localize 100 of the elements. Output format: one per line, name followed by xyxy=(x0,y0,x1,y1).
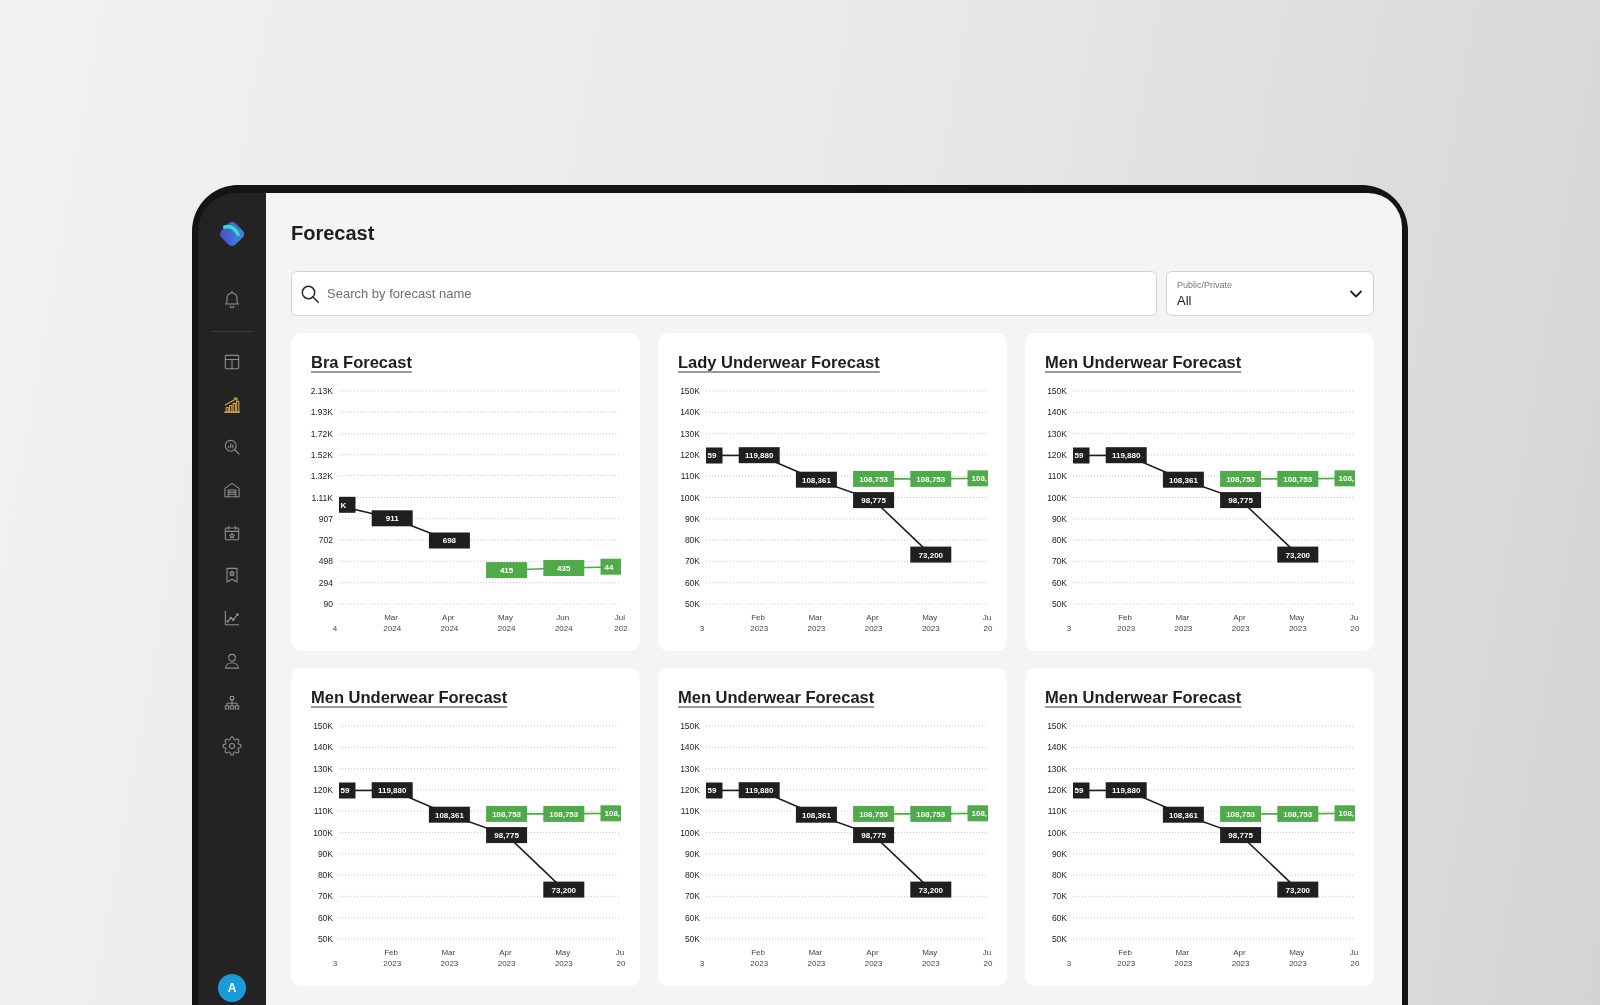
value-label: 108,753 xyxy=(1277,470,1319,487)
y-axis-label: 90K xyxy=(684,848,700,859)
visibility-dropdown[interactable]: Public/Private All xyxy=(1166,271,1374,316)
y-axis-label: 70K xyxy=(684,556,700,567)
selected-value: All xyxy=(1177,292,1192,308)
search-field[interactable]: Search by forecast name xyxy=(291,271,1157,316)
value-label: 108, xyxy=(967,470,988,487)
y-axis-label: 150K xyxy=(313,721,333,731)
x-axis-label: Apr 2023 xyxy=(497,948,516,968)
y-axis-label: 140K xyxy=(680,742,700,753)
value-label: 698 xyxy=(428,532,470,549)
y-axis-label: 100K xyxy=(1047,492,1067,503)
value-label: 108,753 xyxy=(543,805,585,822)
y-axis-label: 907 xyxy=(318,513,333,524)
y-axis-label: 50K xyxy=(684,934,700,944)
value-label: 119,880 xyxy=(1105,782,1147,799)
value-label: 108, xyxy=(600,805,621,822)
x-axis-label: 3 xyxy=(1066,624,1072,633)
y-axis-label: 120K xyxy=(680,449,700,460)
value-label: 108,361 xyxy=(428,806,470,823)
value-label: 98,775 xyxy=(853,827,895,844)
x-axis-label: May 2023 xyxy=(554,948,573,968)
settings-icon xyxy=(222,736,242,757)
y-axis-label: 1.32K xyxy=(310,470,333,481)
y-axis-label: 100K xyxy=(680,492,700,503)
y-axis-label: 90K xyxy=(684,513,700,524)
y-axis-label: 120K xyxy=(313,784,333,795)
x-axis-label: 3 xyxy=(699,959,705,968)
y-axis-label: 130K xyxy=(1047,763,1067,774)
y-axis-label: 140K xyxy=(1047,407,1067,418)
x-axis-label: Feb 2023 xyxy=(1117,613,1136,633)
value-label: 98,775 xyxy=(853,492,895,509)
bar-chart-icon xyxy=(222,394,242,415)
value-label: 119,880 xyxy=(1105,447,1147,464)
field-label: Public/Private xyxy=(1177,279,1233,291)
y-axis-label: 70K xyxy=(317,891,333,902)
x-axis-label: Feb 2023 xyxy=(750,948,769,968)
forecast-title-link[interactable]: Men Underwear Forecast xyxy=(1045,686,1242,708)
y-axis-label: 60K xyxy=(317,912,333,923)
value-label: 108,361 xyxy=(1162,806,1204,823)
y-axis-label: 80K xyxy=(684,870,700,881)
value-label: 108,753 xyxy=(853,805,895,822)
x-axis-label: Apr 2023 xyxy=(1231,613,1250,633)
value-label: 59 xyxy=(339,782,356,799)
value-label: 73,200 xyxy=(910,546,952,563)
value-label: 108,753 xyxy=(486,805,528,822)
y-axis-label: 1.11K xyxy=(311,492,333,503)
y-axis-label: 140K xyxy=(680,407,700,418)
value-label: 108, xyxy=(967,805,988,822)
y-axis-label: 60K xyxy=(684,912,700,923)
value-label: 119,880 xyxy=(738,447,780,464)
x-axis-label: 3 xyxy=(1066,959,1072,968)
value-label: 98,775 xyxy=(486,827,528,844)
x-axis-label: 4 xyxy=(332,624,338,633)
value-label: 73,200 xyxy=(910,881,952,898)
y-axis-label: 50K xyxy=(317,934,333,944)
value-label: 73,200 xyxy=(1277,881,1319,898)
value-label: 108,361 xyxy=(1162,471,1204,488)
y-axis-label: 60K xyxy=(1051,912,1067,923)
x-axis-label: 3 xyxy=(699,624,705,633)
y-axis-label: 120K xyxy=(1047,784,1067,795)
y-axis-label: 140K xyxy=(1047,742,1067,753)
y-axis-label: 60K xyxy=(1051,577,1067,588)
chart-search-icon xyxy=(222,437,242,458)
y-axis-label: 80K xyxy=(684,535,700,546)
y-axis-label: 90K xyxy=(1051,513,1067,524)
x-axis-label: May 2023 xyxy=(1288,948,1307,968)
y-axis-label: 130K xyxy=(680,428,700,439)
x-axis-label: Apr 2023 xyxy=(864,613,883,633)
value-label: 108,753 xyxy=(910,470,952,487)
forecast-title-link[interactable]: Men Underwear Forecast xyxy=(1045,351,1242,373)
forecast-title-link[interactable]: Lady Underwear Forecast xyxy=(678,351,880,373)
y-axis-label: 90K xyxy=(317,848,333,859)
y-axis-label: 60K xyxy=(684,577,700,588)
x-axis-label: May 2024 xyxy=(497,613,516,633)
x-axis-label: Apr 2023 xyxy=(864,948,883,968)
y-axis-label: 150K xyxy=(680,386,700,396)
y-axis-label: 100K xyxy=(680,827,700,838)
forecast-title-link[interactable]: Men Underwear Forecast xyxy=(311,686,508,708)
value-label: 108,753 xyxy=(853,470,895,487)
y-axis-label: 150K xyxy=(680,721,700,731)
y-axis-label: 130K xyxy=(313,763,333,774)
y-axis-label: 80K xyxy=(317,870,333,881)
y-axis-label: 150K xyxy=(1047,721,1067,731)
x-axis-label: May 2023 xyxy=(921,948,940,968)
x-axis-label: May 2023 xyxy=(921,613,940,633)
value-label: 415 xyxy=(486,562,528,579)
forecast-title-link[interactable]: Bra Forecast xyxy=(311,351,412,373)
x-axis-label: Jun 2024 xyxy=(554,613,573,633)
value-label: 59 xyxy=(706,782,723,799)
y-axis-label: 90K xyxy=(1051,848,1067,859)
y-axis-label: 70K xyxy=(684,891,700,902)
value-label: 98,775 xyxy=(1220,827,1262,844)
forecast-title-link[interactable]: Men Underwear Forecast xyxy=(678,686,875,708)
value-label: 108, xyxy=(1334,470,1355,487)
y-axis-label: 150K xyxy=(1047,386,1067,396)
y-axis-label: 80K xyxy=(1051,870,1067,881)
y-axis-label: 130K xyxy=(1047,428,1067,439)
value-label: 108,753 xyxy=(1220,805,1262,822)
y-axis-label: 90 xyxy=(323,599,333,609)
